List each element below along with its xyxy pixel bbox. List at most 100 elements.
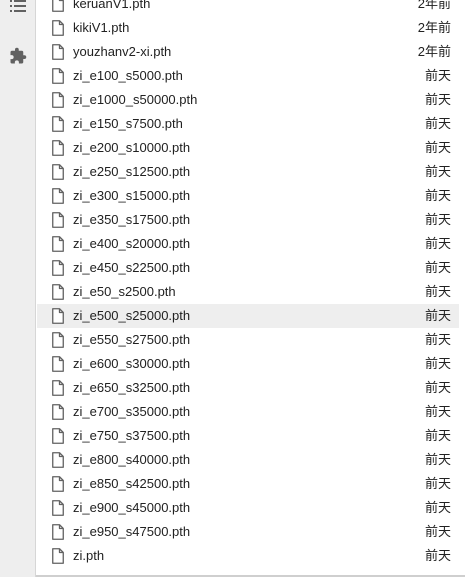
file-modified: 2年前 <box>417 20 451 35</box>
file-modified: 前天 <box>424 428 451 443</box>
file-icon <box>52 188 64 204</box>
file-modified: 2年前 <box>417 0 451 11</box>
file-row[interactable]: zi_e550_s27500.pth 前天 <box>37 328 459 352</box>
file-icon <box>52 452 64 468</box>
file-modified: 前天 <box>424 524 451 539</box>
file-icon <box>52 332 64 348</box>
scrollbar[interactable] <box>459 0 465 577</box>
file-icon <box>52 260 64 276</box>
file-modified: 前天 <box>424 548 451 563</box>
file-icon <box>52 284 64 300</box>
sidebar-extensions-button[interactable] <box>0 40 36 72</box>
file-name: zi_e450_s22500.pth <box>73 260 191 275</box>
file-row[interactable]: keruanV1.pth 2年前 <box>37 0 459 16</box>
file-name: zi_e500_s25000.pth <box>73 308 191 323</box>
file-name: zi_e900_s45000.pth <box>73 500 191 515</box>
file-row[interactable]: zi_e200_s10000.pth 前天 <box>37 136 459 160</box>
file-row[interactable]: zi_e800_s40000.pth 前天 <box>37 448 459 472</box>
file-icon <box>52 92 64 108</box>
file-modified: 前天 <box>424 284 451 299</box>
file-name: zi_e650_s32500.pth <box>73 380 191 395</box>
file-icon <box>52 356 64 372</box>
file-icon <box>52 308 64 324</box>
file-icon <box>52 140 64 156</box>
puzzle-icon <box>9 47 27 65</box>
file-row[interactable]: zi_e1000_s50000.pth 前天 <box>37 88 459 112</box>
file-list: keruanV1.pth 2年前 kikiV1.pth 2年前 youzhanv2-xi… <box>37 0 459 568</box>
file-name: youzhanv2-xi.pth <box>73 44 172 59</box>
file-modified: 前天 <box>424 68 451 83</box>
file-name: zi_e700_s35000.pth <box>73 404 191 419</box>
file-modified: 前天 <box>424 140 451 155</box>
file-name: zi_e750_s37500.pth <box>73 428 191 443</box>
file-name: kikiV1.pth <box>73 20 130 35</box>
file-icon <box>52 476 64 492</box>
file-icon <box>52 548 64 564</box>
file-name: zi_e1000_s50000.pth <box>73 92 198 107</box>
file-name: zi_e800_s40000.pth <box>73 452 191 467</box>
file-icon <box>52 68 64 84</box>
file-name: zi_e50_s2500.pth <box>73 284 176 299</box>
file-row[interactable]: zi_e650_s32500.pth 前天 <box>37 376 459 400</box>
file-name: zi_e850_s42500.pth <box>73 476 191 491</box>
file-name: zi_e300_s15000.pth <box>73 188 191 203</box>
file-icon <box>52 44 64 60</box>
file-icon <box>52 236 64 252</box>
file-name: zi_e350_s17500.pth <box>73 212 191 227</box>
file-name: zi_e150_s7500.pth <box>73 116 183 131</box>
file-row[interactable]: zi_e150_s7500.pth 前天 <box>37 112 459 136</box>
file-name: zi_e100_s5000.pth <box>73 68 183 83</box>
file-modified: 前天 <box>424 380 451 395</box>
file-row[interactable]: zi_e400_s20000.pth 前天 <box>37 232 459 256</box>
file-modified: 前天 <box>424 212 451 227</box>
file-modified: 前天 <box>424 332 451 347</box>
file-row[interactable]: zi_e300_s15000.pth 前天 <box>37 184 459 208</box>
file-icon <box>52 116 64 132</box>
file-row[interactable]: zi_e600_s30000.pth 前天 <box>37 352 459 376</box>
file-modified: 2年前 <box>417 44 451 59</box>
file-name: keruanV1.pth <box>73 0 151 11</box>
file-modified: 前天 <box>424 476 451 491</box>
file-icon <box>52 20 64 36</box>
file-modified: 前天 <box>424 452 451 467</box>
file-name: zi_e200_s10000.pth <box>73 140 191 155</box>
file-row[interactable]: zi_e350_s17500.pth 前天 <box>37 208 459 232</box>
file-row[interactable]: zi_e950_s47500.pth 前天 <box>37 520 459 544</box>
file-icon <box>52 500 64 516</box>
file-browser-app: keruanV1.pth 2年前 kikiV1.pth 2年前 youzhanv2-xi… <box>0 0 465 577</box>
left-sidebar <box>0 0 36 577</box>
file-row[interactable]: zi_e700_s35000.pth 前天 <box>37 400 459 424</box>
file-row[interactable]: zi_e900_s45000.pth 前天 <box>37 496 459 520</box>
file-icon <box>52 380 64 396</box>
file-row[interactable]: kikiV1.pth 2年前 <box>37 16 459 40</box>
file-modified: 前天 <box>424 236 451 251</box>
file-icon <box>52 0 64 12</box>
file-name: zi_e250_s12500.pth <box>73 164 191 179</box>
file-modified: 前天 <box>424 404 451 419</box>
file-modified: 前天 <box>424 260 451 275</box>
file-modified: 前天 <box>424 356 451 371</box>
file-name: zi.pth <box>73 548 105 563</box>
file-row[interactable]: zi_e850_s42500.pth 前天 <box>37 472 459 496</box>
file-modified: 前天 <box>424 500 451 515</box>
file-row[interactable]: zi_e450_s22500.pth 前天 <box>37 256 459 280</box>
file-row[interactable]: zi_e250_s12500.pth 前天 <box>37 160 459 184</box>
sidebar-toc-button[interactable] <box>0 0 36 22</box>
file-icon <box>52 428 64 444</box>
file-row[interactable]: zi_e50_s2500.pth 前天 <box>37 280 459 304</box>
file-row[interactable]: zi_e750_s37500.pth 前天 <box>37 424 459 448</box>
file-icon <box>52 212 64 228</box>
file-modified: 前天 <box>424 92 451 107</box>
file-modified: 前天 <box>424 116 451 131</box>
file-name: zi_e400_s20000.pth <box>73 236 191 251</box>
file-row[interactable]: youzhanv2-xi.pth 2年前 <box>37 40 459 64</box>
file-modified: 前天 <box>424 308 451 323</box>
file-modified: 前天 <box>424 164 451 179</box>
file-name: zi_e600_s30000.pth <box>73 356 191 371</box>
file-icon <box>52 404 64 420</box>
file-row[interactable]: zi.pth 前天 <box>37 544 459 568</box>
file-icon <box>52 524 64 540</box>
file-name: zi_e950_s47500.pth <box>73 524 191 539</box>
file-row[interactable]: zi_e500_s25000.pth 前天 <box>37 304 459 328</box>
file-row[interactable]: zi_e100_s5000.pth 前天 <box>37 64 459 88</box>
